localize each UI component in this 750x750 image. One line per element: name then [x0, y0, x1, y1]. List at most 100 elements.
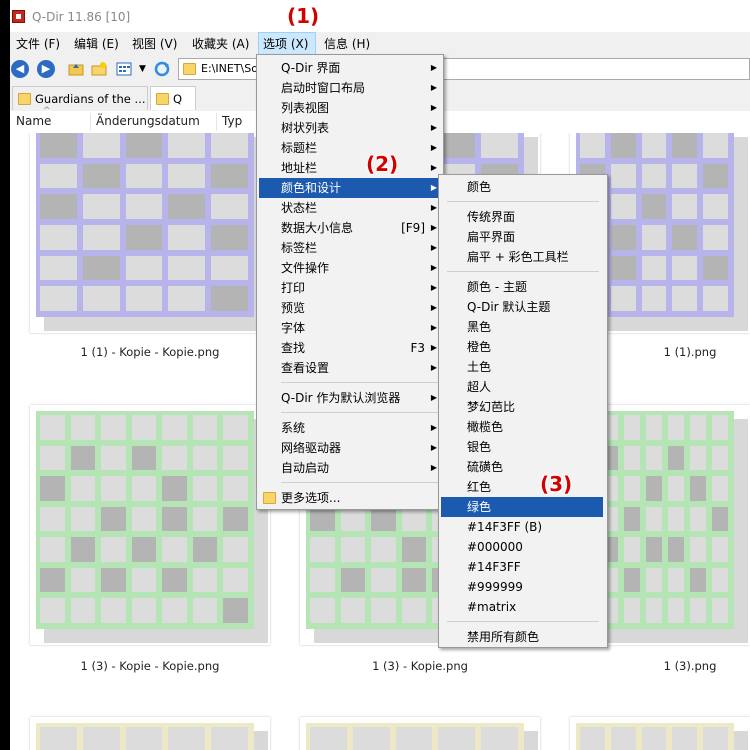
color-menu-item[interactable]: 颜色 [441, 177, 603, 197]
pixel-grid [576, 723, 734, 750]
app-window: Q-Dir 11.86 [10] 文件 (F) 编辑 (E) 视图 (V) 收藏… [10, 0, 750, 750]
menu-item-shortcut: F3 [410, 341, 425, 355]
options-menu-item[interactable]: 网络驱动器 ▶ [259, 438, 439, 458]
menu-item-label: 橙色 [467, 340, 492, 354]
file-caption[interactable]: 1 (3).png [570, 659, 750, 673]
chevron-right-icon: ▶ [430, 423, 437, 432]
color-menu-item[interactable]: 硫磺色 [441, 457, 603, 477]
image-thumbnail[interactable] [30, 405, 270, 645]
options-menu-item[interactable]: 更多选项... [259, 488, 439, 508]
color-menu-item[interactable]: 梦幻芭比 [441, 397, 603, 417]
column-modified[interactable]: Änderungsdatum [96, 114, 200, 128]
options-menu-item[interactable]: 预览 ▶ [259, 298, 439, 318]
menu-item-label: 禁用所有颜色 [467, 630, 540, 644]
chevron-right-icon: ▶ [430, 83, 437, 92]
options-menu-item[interactable]: Q-Dir 作为默认浏览器 ▶ [259, 388, 439, 408]
options-menu-item[interactable]: 颜色和设计 ▶ [259, 178, 439, 198]
menu-item-label: 传统界面 [467, 210, 516, 224]
options-menu-item[interactable]: 字体 ▶ [259, 318, 439, 338]
menu-item-label: 颜色 - 主题 [467, 280, 527, 294]
menu-file[interactable]: 文件 (F) [12, 32, 64, 56]
options-menu-item[interactable]: 系统 ▶ [259, 418, 439, 438]
column-name[interactable]: Name [16, 114, 51, 128]
image-thumbnail[interactable] [570, 717, 750, 750]
view-mode-icon[interactable] [116, 61, 132, 77]
color-menu-item[interactable]: 超人 [441, 377, 603, 397]
options-menu-item[interactable]: 地址栏 ▶ [259, 158, 439, 178]
options-menu-item[interactable]: 查看设置 ▶ [259, 358, 439, 378]
color-menu-item[interactable]: #999999 [441, 577, 603, 597]
column-divider[interactable] [216, 113, 217, 131]
menu-separator [447, 271, 599, 272]
options-menu-item[interactable]: 树状列表 ▶ [259, 118, 439, 138]
color-menu-item[interactable]: 橙色 [441, 337, 603, 357]
new-folder-icon[interactable] [91, 61, 107, 77]
pixel-grid [36, 411, 254, 629]
image-thumbnail[interactable] [300, 717, 540, 750]
options-menu-item[interactable]: 列表视图 ▶ [259, 98, 439, 118]
chevron-right-icon: ▶ [430, 263, 437, 272]
options-menu-item[interactable]: 状态栏 ▶ [259, 198, 439, 218]
color-menu-item[interactable]: 扁平界面 [441, 227, 603, 247]
color-menu-item[interactable]: 土色 [441, 357, 603, 377]
options-menu-item[interactable]: Q-Dir 界面 ▶ [259, 58, 439, 78]
color-menu-item[interactable]: 扁平 + 彩色工具栏 [441, 247, 603, 267]
color-menu-item[interactable]: Q-Dir 默认主题 [441, 297, 603, 317]
chevron-down-icon[interactable]: ▼ [139, 64, 146, 74]
options-menu-item[interactable]: 查找 F3 ▶ [259, 338, 439, 358]
options-menu-item[interactable]: 文件操作 ▶ [259, 258, 439, 278]
color-menu-item[interactable]: #14F3FF [441, 557, 603, 577]
color-menu-item[interactable]: 黑色 [441, 317, 603, 337]
column-type[interactable]: Typ [222, 114, 242, 128]
chevron-right-icon: ▶ [430, 363, 437, 372]
color-menu-item[interactable]: 传统界面 [441, 207, 603, 227]
options-menu-item[interactable]: 打印 ▶ [259, 278, 439, 298]
back-arrow-icon[interactable]: ◀ [11, 60, 29, 78]
tab-q[interactable]: Q [150, 86, 196, 110]
title-bar: Q-Dir 11.86 [10] [10, 0, 750, 32]
color-menu-item[interactable]: 颜色 - 主题 [441, 277, 603, 297]
menu-item-label: Q-Dir 界面 [281, 61, 341, 75]
menu-favorites[interactable]: 收藏夹 (A) [188, 32, 253, 56]
menu-options[interactable]: 选项 (X) [258, 32, 316, 56]
image-thumbnail[interactable] [30, 717, 270, 750]
menu-item-label: Q-Dir 默认主题 [467, 300, 551, 314]
menu-separator [281, 412, 439, 413]
options-menu-item[interactable]: 自动启动 ▶ [259, 458, 439, 478]
color-menu-item[interactable]: 绿色 [441, 497, 603, 517]
menu-item-label: 颜色 [467, 180, 492, 194]
options-menu-item[interactable]: 标签栏 ▶ [259, 238, 439, 258]
menu-item-label: 扁平界面 [467, 230, 516, 244]
file-caption[interactable]: 1 (3) - Kopie - Kopie.png [30, 659, 270, 673]
chevron-right-icon: ▶ [430, 203, 437, 212]
menu-item-shortcut: [F9] [401, 221, 425, 235]
refresh-icon[interactable] [154, 61, 170, 77]
callout-2: (2) [366, 152, 399, 176]
folder-icon [156, 93, 169, 105]
menu-item-label: 文件操作 [281, 261, 330, 275]
options-menu-item[interactable]: 数据大小信息 [F9] ▶ [259, 218, 439, 238]
app-logo-icon [12, 10, 25, 23]
menu-view[interactable]: 视图 (V) [128, 32, 181, 56]
color-menu-item[interactable]: 银色 [441, 437, 603, 457]
menu-edit[interactable]: 编辑 (E) [70, 32, 123, 56]
file-caption[interactable]: 1 (1) - Kopie - Kopie.png [30, 345, 270, 359]
menu-item-label: 扁平 + 彩色工具栏 [467, 250, 569, 264]
folder-icon [18, 93, 31, 105]
options-menu-item[interactable]: 启动时窗口布局 ▶ [259, 78, 439, 98]
tab-guardians[interactable]: Guardians of the ... [12, 86, 148, 110]
menu-info[interactable]: 信息 (H) [320, 32, 374, 56]
up-folder-icon[interactable] [68, 61, 84, 77]
image-thumbnail[interactable] [30, 133, 270, 333]
color-menu-item[interactable]: #matrix [441, 597, 603, 617]
color-menu-item[interactable]: #000000 [441, 537, 603, 557]
sort-up-icon: ^ [43, 106, 51, 116]
color-menu-item[interactable]: #14F3FF (B) [441, 517, 603, 537]
color-menu-item[interactable]: 禁用所有颜色 [441, 627, 603, 647]
file-caption[interactable]: 1 (3) - Kopie.png [300, 659, 540, 673]
color-menu-item[interactable]: 橄榄色 [441, 417, 603, 437]
forward-arrow-icon[interactable]: ▶ [37, 60, 55, 78]
column-divider[interactable] [90, 113, 91, 131]
options-menu-item[interactable]: 标题栏 ▶ [259, 138, 439, 158]
color-menu-item[interactable]: 红色 [441, 477, 603, 497]
